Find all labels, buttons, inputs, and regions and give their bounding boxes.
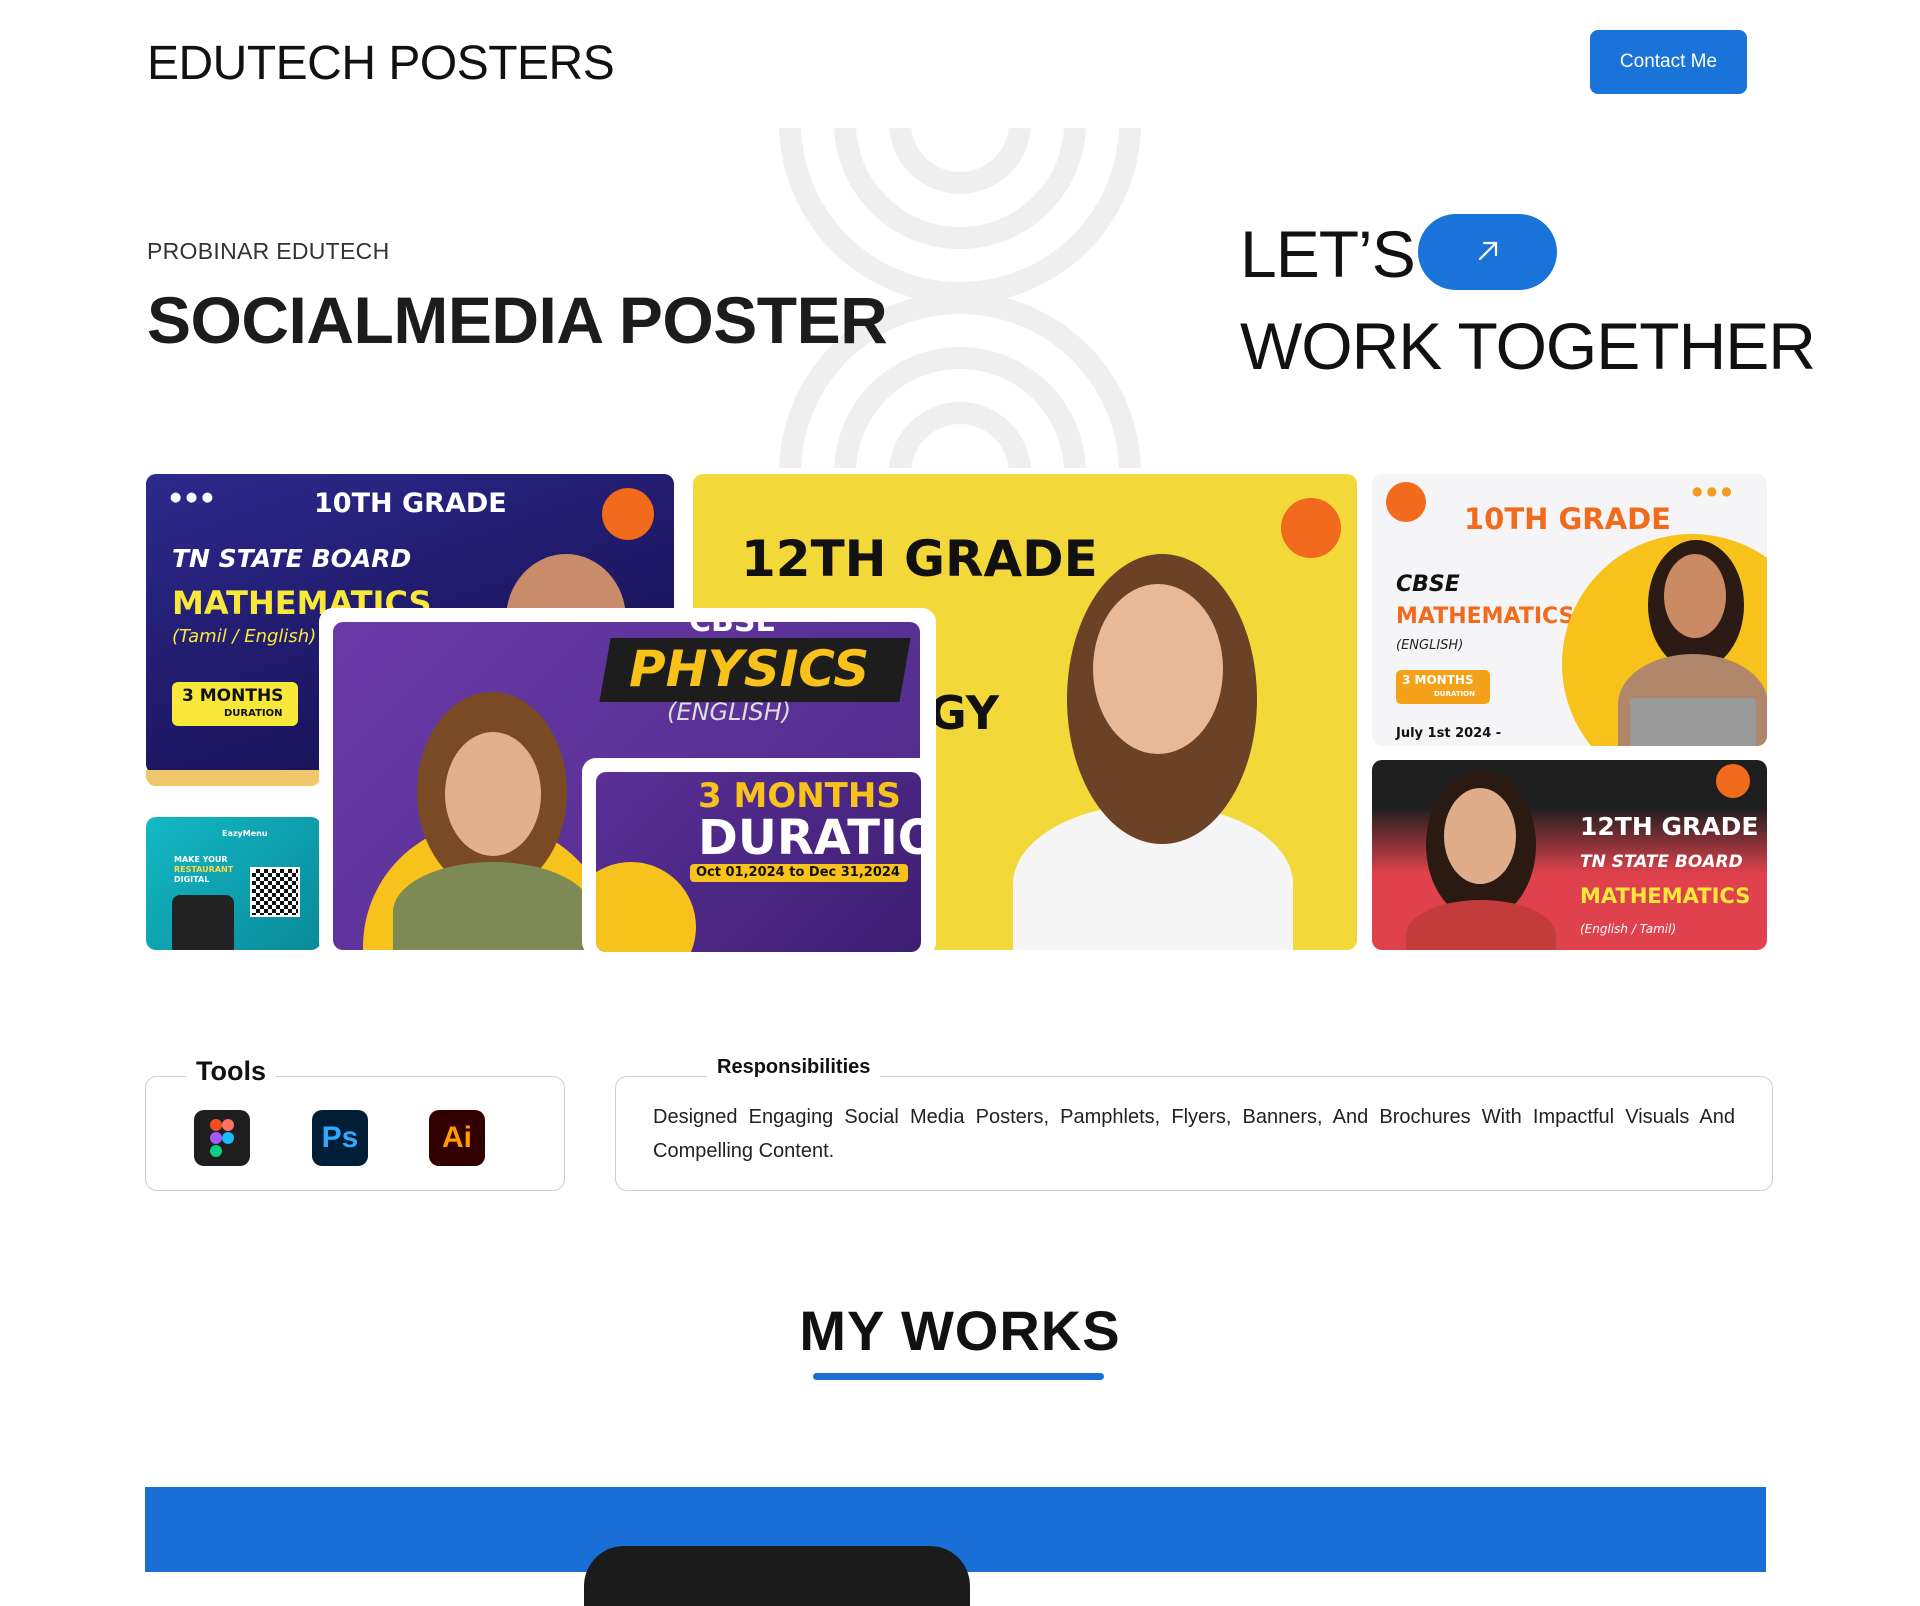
yellow-arc [363,822,613,950]
subject-banner [599,638,911,702]
responsibilities-label: Responsibilities [707,1056,881,1079]
poster-person [506,554,626,684]
my-works-heading: MY WORKS [799,1299,1121,1362]
illustrator-icon: Ai [429,1110,485,1166]
poster-person-body [1013,804,1293,950]
poster-subject: MATHEMATICS [1580,884,1751,908]
duration-badge: 3 MONTHS DURATION [1396,670,1490,704]
poster-cbse-physics[interactable]: CBSE PHYSICS (ENGLISH) [333,622,920,950]
poster-board: TN STATE BOARD [1580,852,1743,872]
poster-12th-tn-maths[interactable]: 12TH GRADE TN STATE BOARD MATHEMATICS (E… [1372,760,1767,950]
poster-grade: 12TH GRADE [1580,812,1759,841]
poster-brand: EazyMenu [222,829,268,838]
poster-subject: PHYSICS [629,640,870,698]
poster-board: CBSE [689,622,776,639]
yellow-arc [1562,534,1767,746]
poster-line2: RESTAURANT [174,865,234,874]
poster-grade: 12TH GRADE [741,530,1098,588]
poster-date: July 1st 2024 - [1396,726,1502,741]
cta-heading-line2: WORK TOGETHER [1240,309,1816,383]
photoshop-icon: Ps [312,1110,368,1166]
poster-person-face [1664,554,1726,638]
brand-logo-text[interactable]: EDUTECH POSTERS [147,36,615,91]
poster-subject: MATHEMATICS [1396,604,1575,629]
poster-person-body [1406,900,1556,950]
poster-language: (English / Tamil) [1580,922,1677,936]
poster-eazymenu[interactable]: EazyMenu MAKE YOUR RESTAURANT DIGITAL [146,817,321,950]
poster-language: (ENGLISH) [667,698,792,726]
poster-person-face [1444,788,1516,884]
social-icons: ● ● ● [170,490,214,505]
laptop [1630,698,1756,746]
poster-grade: 10TH GRADE [314,488,507,519]
poster-board: TN STATE BOARD [172,544,412,573]
phone-mockup [172,895,234,950]
poster-duration-line1: 3 MONTHS [698,776,901,816]
play-logo-icon [1386,482,1426,522]
contact-me-button[interactable]: Contact Me [1590,30,1747,94]
qr-code-icon [250,867,300,917]
phone-mockup [584,1546,970,1606]
poster-language: (Tamil / English) [172,626,317,647]
date-badge: Oct 01,2024 to Dec 31,2024 [690,864,908,882]
poster-subject: MATHEMATICS [172,584,432,622]
poster-strip [146,770,321,786]
page-title: SOCIALMEDIA POSTER [147,283,888,357]
poster-board: CBSE [1396,572,1460,597]
figma-icon [194,1110,250,1166]
poster-language: (ENGLISH) [1396,638,1464,653]
poster-person-face [445,732,541,856]
poster-person-body [1618,654,1767,746]
poster-duration[interactable]: 3 MONTHS DURATION Oct 01,2024 to Dec 31,… [596,772,921,952]
poster-person-body [393,862,593,950]
arrow-up-right-icon [1478,241,1497,260]
responsibilities-text: Designed Engaging Social Media Posters, … [653,1106,1735,1162]
poster-person-hair [1426,770,1536,920]
poster-person-hair [417,692,567,892]
poster-line3: DIGITAL [174,875,210,884]
poster-10th-tn-maths[interactable]: ● ● ● 10TH GRADE TN STATE BOARD MATHEMAT… [146,474,674,774]
yellow-arc [596,862,696,952]
hero-eyebrow: PROBINAR EDUTECH [147,238,390,264]
poster-12th-biology[interactable]: 12TH GRADE GY [693,474,1357,950]
poster-10th-cbse-maths[interactable]: ● ● ● 10TH GRADE CBSE MATHEMATICS (ENGLI… [1372,474,1767,746]
duration-badge: 3 MONTHS DURATION [172,682,298,726]
play-logo-icon [1281,498,1341,558]
tools-label: Tools [186,1056,276,1087]
poster-subject-partial: GY [929,686,1000,740]
play-logo-icon [1716,764,1750,798]
cta-heading-line1: LET’S [1240,217,1416,291]
heading-underline [813,1373,1104,1380]
poster-person-hair [1067,554,1257,844]
poster-duration-line2: DURATION [698,810,921,866]
poster-frame [582,758,936,956]
poster-grade: 10TH GRADE [1464,502,1671,536]
poster-person-hair [1648,540,1744,670]
poster-person-face [1093,584,1223,754]
poster-frame [319,608,936,956]
poster-line1: MAKE YOUR [174,855,228,864]
social-icons: ● ● ● [1692,484,1732,498]
play-logo-icon [602,488,654,540]
lets-work-together-button[interactable] [1418,214,1557,290]
